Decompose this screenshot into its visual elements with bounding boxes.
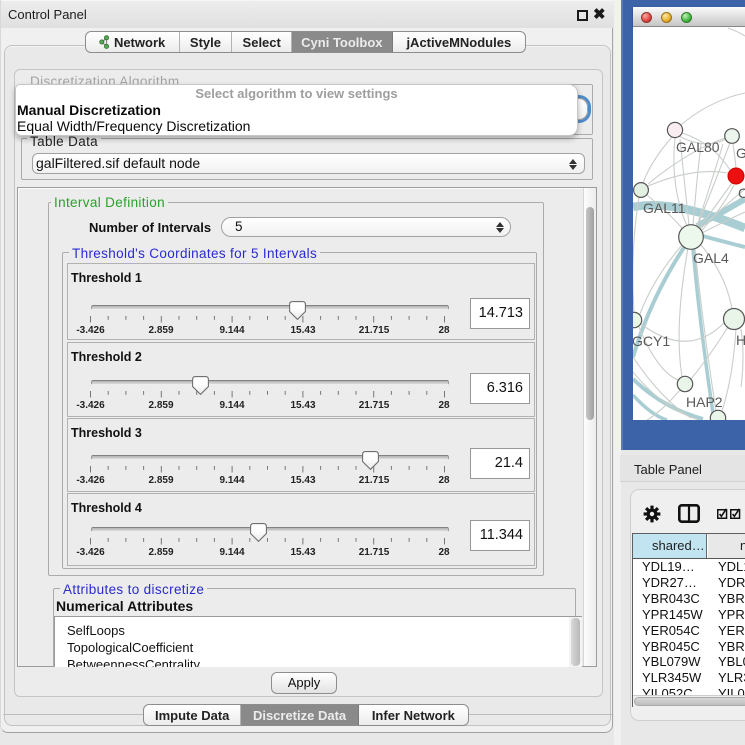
svg-text:GCY1: GCY1 — [633, 333, 670, 349]
svg-text:GAL4: GAL4 — [693, 250, 729, 266]
svg-text:GAL80: GAL80 — [676, 139, 720, 155]
svg-text:GAL11: GAL11 — [643, 200, 686, 216]
svg-text:GA: GA — [736, 145, 745, 161]
svg-text:C: C — [738, 185, 745, 201]
svg-text:HAP2: HAP2 — [686, 394, 723, 410]
svg-text:H: H — [736, 332, 745, 348]
